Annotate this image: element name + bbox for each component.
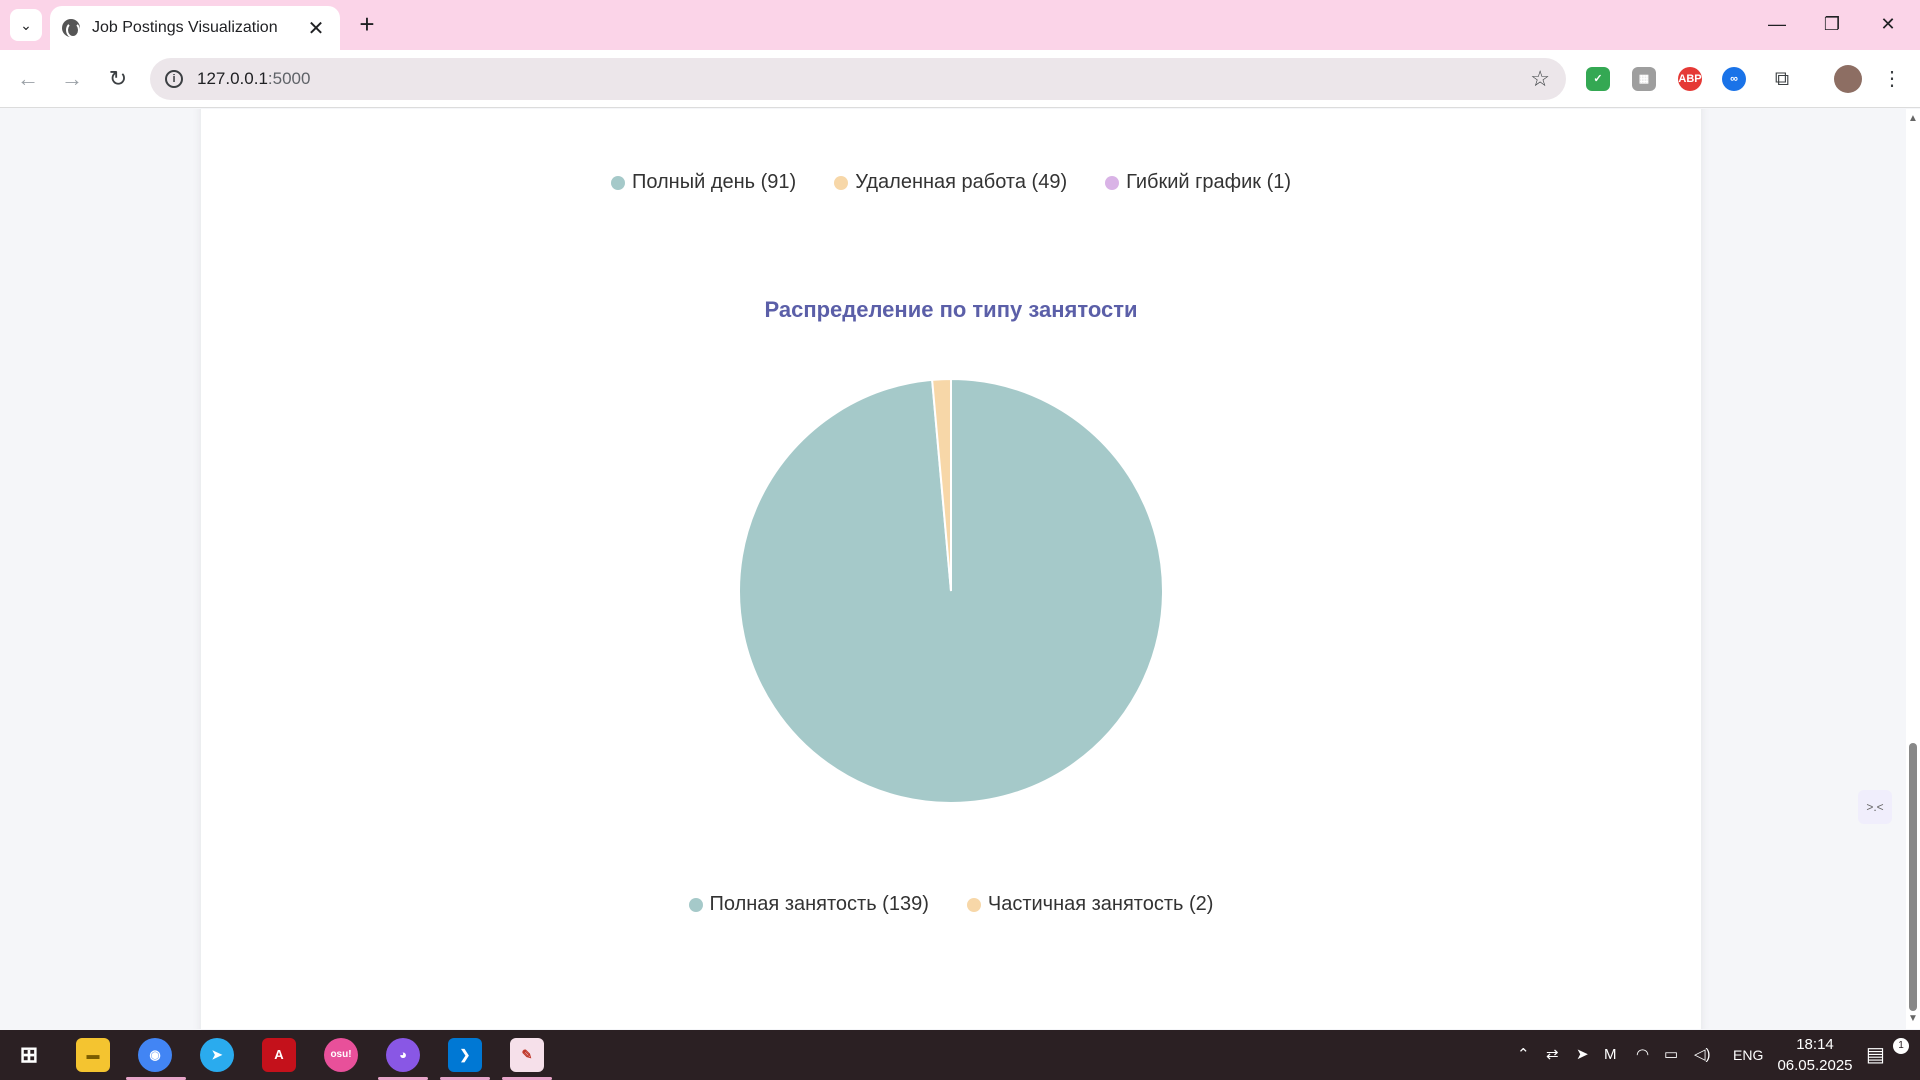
browser-tab-strip: ⌄ Job Postings Visualization ✕ + — ❐ ✕ (0, 0, 1920, 50)
close-window-button[interactable]: ✕ (1866, 8, 1910, 40)
bottom-legend-item[interactable]: Частичная занятость (2) (966, 893, 1214, 916)
url-host: 127.0.0.1 (197, 69, 268, 88)
url-port: :5000 (267, 69, 311, 88)
notification-count-badge: 1 (1893, 1038, 1909, 1054)
file-explorer-icon[interactable]: ▬ (76, 1038, 110, 1072)
arrow-left-icon: ← (17, 66, 39, 91)
adblock-extension-icon[interactable]: ABP (1678, 67, 1702, 91)
globe-icon (62, 19, 80, 38)
image-extension-icon[interactable]: ▦ (1632, 67, 1656, 91)
legend-label: Гибкий график (1) (1126, 171, 1292, 193)
tray-telegram-icon[interactable]: ➤ (1576, 1030, 1589, 1080)
bottom-legend-item[interactable]: Полная занятость (139) (688, 893, 929, 916)
windows-taskbar: ⊞ ▬ ◉ ➤ A osu! ◕ ❯ ✎ ⌃ ⇄ ➤ M ◠ ▭ ◁) ENG … (0, 1030, 1920, 1080)
avatar[interactable] (1834, 65, 1862, 93)
bottom-legend: Полная занятость (139) Частичная занятост… (201, 893, 1701, 916)
floating-widget-button[interactable]: >.< (1858, 790, 1892, 824)
clock[interactable]: 18:14 06.05.2025 (1765, 1034, 1865, 1076)
scroll-thumb[interactable] (1909, 743, 1917, 1011)
new-tab-button[interactable]: + (352, 10, 382, 40)
scroll-up-arrow-icon[interactable]: ▲ (1908, 113, 1918, 124)
clock-date: 06.05.2025 (1777, 1057, 1853, 1074)
paint-icon[interactable]: ✎ (510, 1038, 544, 1072)
bookmark-star-icon[interactable]: ☆ (1530, 66, 1550, 92)
legend-swatch (610, 175, 625, 190)
tab-title: Job Postings Visualization (92, 19, 278, 36)
reload-button[interactable]: ↻ (102, 63, 134, 95)
extensions-puzzle-icon[interactable]: ⧉ (1766, 63, 1798, 95)
legend-label: Полный день (91) (631, 171, 797, 193)
notifications-icon[interactable]: ▤ (1866, 1030, 1885, 1080)
legend-swatch (966, 897, 981, 912)
top-legend-item[interactable]: Гибкий график (1) (1105, 171, 1291, 194)
chart-title: Распределение по типу занятости (764, 297, 1138, 322)
tray-app-icon[interactable]: M (1604, 1030, 1617, 1080)
chart-card: Полный день (91) Удаленная работа (49) Гиб… (201, 109, 1701, 1029)
url-text[interactable]: 127.0.0.1:5000 (197, 69, 1530, 89)
browser-tab-active[interactable]: Job Postings Visualization ✕ (50, 6, 340, 50)
clock-time: 18:14 (1796, 1036, 1834, 1053)
volume-icon[interactable]: ◁) (1694, 1030, 1711, 1080)
top-legend-item[interactable]: Удаленная работа (49) (834, 171, 1067, 194)
windows-start-icon[interactable]: ⊞ (12, 1038, 46, 1072)
telegram-icon[interactable]: ➤ (200, 1038, 234, 1072)
wifi-icon[interactable]: ◠ (1636, 1030, 1649, 1080)
minimize-button[interactable]: — (1755, 8, 1799, 40)
back-button[interactable]: ← (12, 63, 44, 95)
top-legend-item[interactable]: Полный день (91) (610, 171, 797, 194)
menu-kebab-icon[interactable]: ⋮ (1876, 63, 1908, 95)
tray-overflow-icon[interactable]: ⌃ (1517, 1030, 1530, 1080)
legend-label: Частичная занятость (2) (987, 893, 1214, 915)
pdf-reader-icon[interactable]: A (262, 1038, 296, 1072)
chevron-down-icon: ⌄ (20, 16, 32, 33)
forward-button[interactable]: → (56, 63, 88, 95)
chrome-icon[interactable]: ◉ (138, 1038, 172, 1072)
language-indicator[interactable]: ENG (1733, 1030, 1763, 1080)
info-icon[interactable]: i (165, 70, 183, 88)
shield-extension-icon[interactable]: ✓ (1586, 67, 1610, 91)
tray-sync-icon[interactable]: ⇄ (1546, 1030, 1559, 1080)
legend-swatch (834, 175, 849, 190)
osu-icon[interactable]: osu! (324, 1038, 358, 1072)
battery-icon[interactable]: ▭ (1664, 1030, 1678, 1080)
legend-label: Полная занятость (139) (709, 893, 929, 915)
scroll-down-arrow-icon[interactable]: ▼ (1908, 1013, 1918, 1024)
page-scrollbar[interactable]: ▲ ▼ (1906, 109, 1920, 1029)
infinity-extension-icon[interactable]: ∞ (1722, 67, 1746, 91)
address-bar[interactable]: i 127.0.0.1:5000 ☆ (150, 58, 1566, 100)
tab-search-button[interactable]: ⌄ (10, 9, 42, 41)
legend-swatch (1105, 175, 1120, 190)
top-legend: Полный день (91) Удаленная работа (49) Гиб… (201, 171, 1701, 194)
pie-wrapper (201, 371, 1701, 811)
vscode-icon[interactable]: ❯ (448, 1038, 482, 1072)
page-viewport: Полный день (91) Удаленная работа (49) Гиб… (0, 109, 1906, 1029)
legend-label: Удаленная работа (49) (855, 171, 1068, 193)
pie-chart (738, 377, 1164, 804)
legend-swatch (688, 897, 703, 912)
maximize-button[interactable]: ❐ (1810, 8, 1854, 40)
github-icon[interactable]: ◕ (386, 1038, 420, 1072)
reload-icon: ↻ (108, 66, 128, 91)
browser-toolbar: ← → ↻ i 127.0.0.1:5000 ☆ ✓ ▦ ABP ∞ ⧉ ⋮ (0, 50, 1920, 108)
arrow-right-icon: → (61, 66, 83, 91)
close-tab-button[interactable]: ✕ (304, 16, 328, 41)
